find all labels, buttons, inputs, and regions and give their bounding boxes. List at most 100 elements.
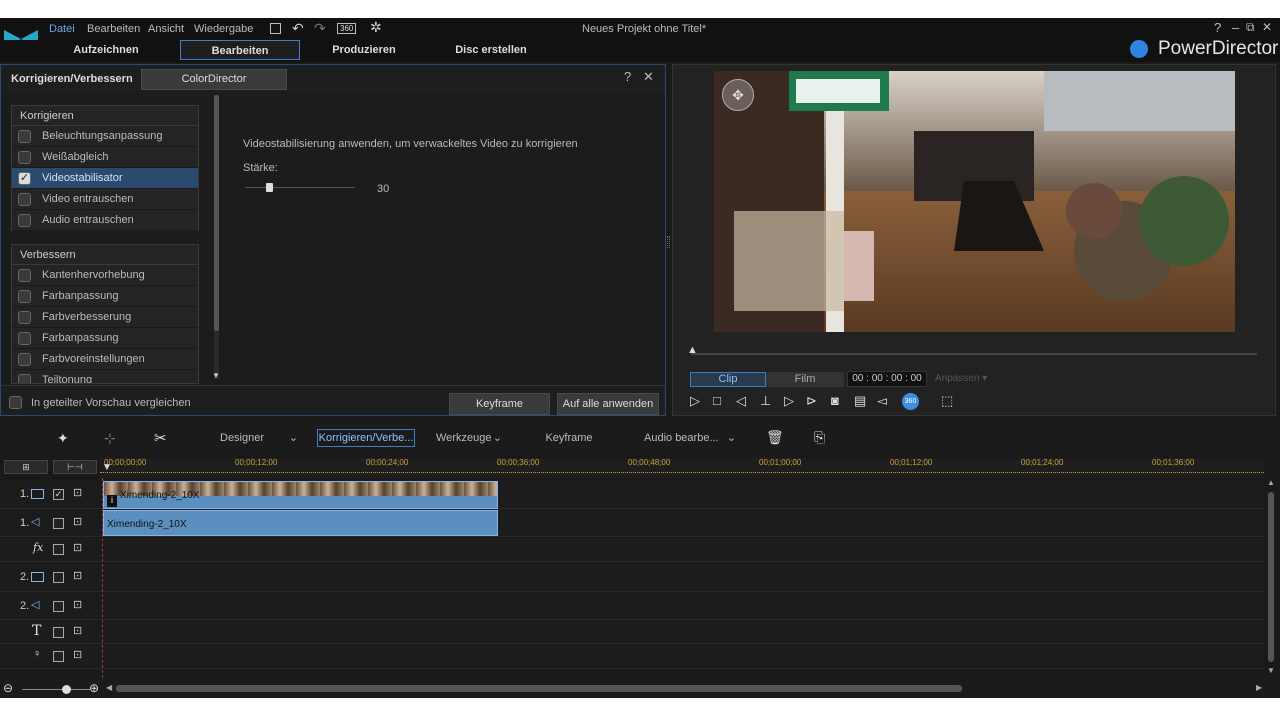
lock-icon[interactable]: ⊡ — [73, 515, 82, 528]
checkbox[interactable] — [18, 374, 31, 383]
save-icon[interactable] — [270, 23, 281, 34]
track-enable-checkbox[interactable]: ✓ — [53, 489, 64, 500]
menu-wiedergabe[interactable]: Wiedergabe — [194, 18, 253, 40]
scroll-down-icon[interactable]: ▼ — [1267, 666, 1275, 675]
lock-icon[interactable]: ⊡ — [73, 648, 82, 661]
stop-icon[interactable]: □ — [713, 393, 721, 408]
checkbox[interactable] — [18, 269, 31, 282]
fix-enhance-button[interactable]: Korrigieren/Verbe... — [317, 429, 415, 447]
playhead-marker[interactable]: ▼ — [102, 462, 112, 473]
option-video-entrauschen[interactable]: Video entrauschen — [12, 189, 198, 210]
fast-forward-icon[interactable]: ⊳ — [806, 393, 817, 409]
zoom-in-icon[interactable]: ⊕ — [89, 681, 99, 695]
volume-icon[interactable]: ◅ — [877, 393, 887, 409]
scroll-left-icon[interactable]: ◀ — [106, 683, 112, 692]
redo-icon[interactable]: ↷ — [314, 20, 326, 37]
scrollbar-thumb[interactable] — [214, 95, 219, 331]
panel-help-icon[interactable]: ? — [624, 69, 631, 84]
undock-preview-icon[interactable]: ⬚ — [941, 393, 953, 409]
clip-info-icon[interactable]: i — [107, 495, 117, 507]
panel-close-icon[interactable]: ✕ — [643, 69, 654, 85]
gear-icon[interactable]: ✲ — [370, 19, 382, 36]
timecode-display[interactable]: 00 : 00 : 00 : 00 — [847, 371, 927, 387]
option-audio-entrauschen[interactable]: Audio entrauschen — [12, 210, 198, 231]
checkbox[interactable] — [18, 151, 31, 164]
scroll-down-icon[interactable]: ▼ — [212, 371, 220, 380]
lock-icon[interactable]: ⊡ — [73, 486, 82, 499]
timeline-vscroll[interactable]: ▲ ▼ — [1266, 478, 1276, 678]
vscroll-thumb[interactable] — [1268, 492, 1274, 662]
help-icon[interactable]: ? — [1214, 20, 1221, 35]
scroll-right-icon[interactable]: ▶ — [1256, 683, 1262, 692]
strength-slider[interactable] — [245, 183, 355, 192]
zoom-slider-handle[interactable] — [62, 685, 71, 694]
track-enable-checkbox[interactable] — [53, 544, 64, 555]
option-farbvoreinstellungen[interactable]: Farbvoreinstellungen — [12, 349, 198, 370]
tab-disc-erstellen[interactable]: Disc erstellen — [440, 40, 542, 60]
next-frame-icon[interactable]: ▷ — [784, 393, 794, 409]
checkbox-checked[interactable]: ✓ — [18, 172, 31, 185]
magic-tools-icon[interactable]: ✦ — [57, 430, 69, 447]
tab-aufzeichnen[interactable]: Aufzeichnen — [60, 40, 152, 60]
hscroll-thumb[interactable] — [116, 685, 962, 692]
lock-icon[interactable]: ⊡ — [73, 598, 82, 611]
track-enable-checkbox[interactable] — [53, 651, 64, 662]
track-manager-button[interactable]: ⊞ — [4, 460, 48, 474]
vr360-view-icon[interactable]: 360 — [902, 393, 919, 410]
vr-pan-control-icon[interactable]: ✥ — [722, 79, 754, 111]
close-icon[interactable]: ✕ — [1262, 20, 1272, 34]
apply-all-button[interactable]: Auf alle anwenden — [557, 393, 659, 415]
clip-mode-tab[interactable]: Clip — [690, 372, 766, 387]
option-farbanpassung[interactable]: Farbanpassung — [12, 286, 198, 307]
film-mode-tab[interactable]: Film — [766, 372, 844, 387]
colordirector-tab[interactable]: ColorDirector — [141, 69, 287, 90]
lock-icon[interactable]: ⊡ — [73, 624, 82, 637]
snapshot-icon[interactable]: ◙ — [831, 393, 839, 408]
audio-clip[interactable]: Ximending-2_10X — [103, 510, 498, 536]
menu-datei[interactable]: Datei — [49, 18, 75, 40]
checkbox[interactable] — [18, 290, 31, 303]
zoom-out-icon[interactable]: ⊖ — [3, 681, 13, 695]
option-videostabilisator[interactable]: ✓ Videostabilisator — [12, 168, 198, 189]
list-scrollbar[interactable] — [214, 95, 219, 379]
option-kantenhervorhebung[interactable]: Kantenhervorhebung — [12, 265, 198, 286]
tools-dropdown[interactable]: Werkzeuge ⌄ — [428, 429, 508, 447]
option-teiltonung[interactable]: Teiltonung — [12, 370, 198, 383]
split-icon[interactable]: ⊥ — [760, 393, 771, 409]
strength-slider-handle[interactable] — [265, 183, 273, 192]
previous-frame-icon[interactable]: ◁ — [736, 393, 746, 409]
checkbox[interactable] — [18, 332, 31, 345]
track-enable-checkbox[interactable] — [53, 627, 64, 638]
lock-icon[interactable]: ⊡ — [73, 541, 82, 554]
vr360-icon[interactable]: 360 — [337, 23, 357, 34]
designer-dropdown[interactable]: Designer ⌄ — [212, 429, 302, 447]
play-icon[interactable]: ▷ — [690, 393, 700, 409]
compare-checkbox[interactable] — [9, 396, 22, 409]
track-enable-checkbox[interactable] — [53, 518, 64, 529]
fit-timeline-button[interactable]: ⊢⊣ — [53, 460, 97, 474]
option-farbverbesserung[interactable]: Farbverbesserung — [12, 307, 198, 328]
menu-bearbeiten[interactable]: Bearbeiten — [87, 18, 140, 40]
option-farbanpassung-2[interactable]: Farbanpassung — [12, 328, 198, 349]
checkbox[interactable] — [18, 214, 31, 227]
minimize-icon[interactable]: – — [1232, 20, 1239, 35]
menu-ansicht[interactable]: Ansicht — [148, 18, 184, 40]
adjust-dropdown[interactable]: Anpassen ▾ — [931, 371, 995, 387]
checkbox[interactable] — [18, 311, 31, 324]
track-enable-checkbox[interactable] — [53, 601, 64, 612]
track-enable-checkbox[interactable] — [53, 572, 64, 583]
checkbox[interactable] — [18, 130, 31, 143]
tab-bearbeiten[interactable]: Bearbeiten — [180, 40, 300, 60]
video-clip[interactable]: Ximending-2_10X i — [103, 481, 498, 509]
undo-icon[interactable]: ↶ — [292, 20, 304, 37]
timeline-ruler[interactable]: 00;00;00;00 00;00;12;00 00;00;24;00 00;0… — [100, 458, 1264, 478]
subtitles-icon[interactable]: ▤ — [854, 393, 866, 409]
checkbox[interactable] — [18, 353, 31, 366]
option-beleuchtungsanpassung[interactable]: Beleuchtungsanpassung — [12, 126, 198, 147]
maximize-icon[interactable]: ⧉ — [1246, 20, 1255, 35]
scroll-up-icon[interactable]: ▲ — [1267, 478, 1275, 487]
panel-splitter[interactable] — [667, 236, 670, 248]
scissors-icon[interactable]: ✂ — [154, 429, 167, 447]
trash-icon[interactable]: 🗑 — [766, 429, 784, 446]
checkbox[interactable] — [18, 193, 31, 206]
